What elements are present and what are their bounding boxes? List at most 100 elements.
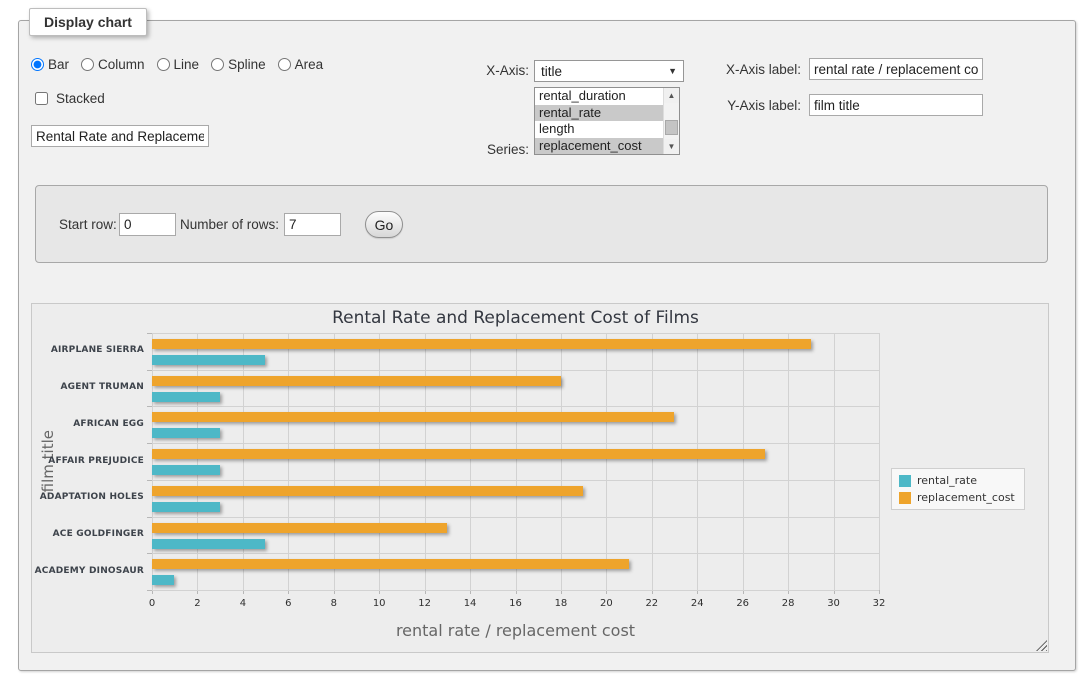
chart-type-radio-area[interactable] — [278, 58, 291, 71]
page: Display chart BarColumnLineSplineArea St… — [0, 0, 1081, 681]
legend-swatch — [899, 492, 911, 504]
gridline-x — [561, 333, 562, 590]
gridline-x — [606, 333, 607, 590]
gridline-y — [152, 553, 879, 554]
rows-panel: Start row: Number of rows: Go — [35, 185, 1048, 263]
x-tick-label: 14 — [464, 598, 477, 609]
legend-item-rental_rate[interactable]: rental_rate — [899, 474, 1015, 487]
x-axis-label-input[interactable] — [809, 58, 983, 80]
y-axis-tick — [147, 517, 152, 518]
gridline-x — [243, 333, 244, 590]
stacked-checkbox[interactable] — [35, 92, 48, 105]
x-tick-label: 0 — [149, 598, 155, 609]
chart-type-option-label: Column — [98, 57, 145, 72]
chart-type-radio-line[interactable] — [157, 58, 170, 71]
series-list-label: Series: — [419, 142, 529, 157]
y-axis-tick — [147, 553, 152, 554]
go-button[interactable]: Go — [365, 211, 403, 238]
gridline-y — [152, 406, 879, 407]
chart-type-radio-column[interactable] — [81, 58, 94, 71]
series-option-replacement_cost[interactable]: replacement_cost — [535, 138, 663, 155]
y-axis-tick — [147, 333, 152, 334]
gridline-x — [743, 333, 744, 590]
category-label: ADAPTATION HOLES — [32, 492, 144, 502]
bar-rental_rate — [152, 502, 220, 512]
x-tick-label: 30 — [827, 598, 840, 609]
bar-rental_rate — [152, 539, 265, 549]
x-tick-label: 2 — [194, 598, 200, 609]
gridline-y — [152, 480, 879, 481]
gridline-x — [379, 333, 380, 590]
chart-type-radio-bar[interactable] — [31, 58, 44, 71]
bar-replacement_cost — [152, 376, 561, 386]
number-of-rows-input[interactable] — [284, 213, 341, 236]
x-tick-label: 12 — [418, 598, 431, 609]
display-chart-fieldset: Display chart BarColumnLineSplineArea St… — [18, 20, 1076, 671]
x-tick-label: 26 — [736, 598, 749, 609]
chart-type-option-label: Area — [295, 57, 324, 72]
bar-replacement_cost — [152, 486, 583, 496]
start-row-input[interactable] — [119, 213, 176, 236]
legend-item-replacement_cost[interactable]: replacement_cost — [899, 491, 1015, 504]
gridline-x — [334, 333, 335, 590]
legend-swatch — [899, 475, 911, 487]
number-of-rows-label: Number of rows: — [180, 217, 279, 232]
chart-type-option-label: Line — [174, 57, 200, 72]
gridline-x — [516, 333, 517, 590]
legend-label: replacement_cost — [917, 491, 1015, 504]
bar-rental_rate — [152, 465, 220, 475]
bar-rental_rate — [152, 575, 174, 585]
gridline-y — [152, 590, 879, 591]
x-tick-label: 20 — [600, 598, 613, 609]
gridline-y — [152, 443, 879, 444]
category-label: AIRPLANE SIERRA — [32, 345, 144, 355]
x-tick-label: 16 — [509, 598, 522, 609]
chart-type-option-area[interactable]: Area — [278, 57, 324, 72]
resize-handle-icon[interactable] — [1036, 640, 1047, 651]
bar-replacement_cost — [152, 339, 811, 349]
chart-title-input[interactable] — [31, 125, 209, 147]
x-axis-title: rental rate / replacement cost — [152, 621, 879, 640]
gridline-x — [425, 333, 426, 590]
y-axis-label-input[interactable] — [809, 94, 983, 116]
y-axis-label-caption: Y-Axis label: — [659, 98, 801, 113]
chart-type-option-label: Bar — [48, 57, 69, 72]
stacked-row: Stacked — [31, 89, 105, 108]
chart-type-radio-spline[interactable] — [211, 58, 224, 71]
gridline-y — [152, 370, 879, 371]
category-label: ACADEMY DINOSAUR — [32, 566, 144, 576]
scroll-down-icon[interactable]: ▼ — [664, 139, 679, 154]
chart-type-option-bar[interactable]: Bar — [31, 57, 69, 72]
series-option-rental_rate[interactable]: rental_rate — [535, 105, 663, 122]
chart-type-option-column[interactable]: Column — [81, 57, 145, 72]
gridline-x — [152, 333, 153, 590]
bar-rental_rate — [152, 428, 220, 438]
x-tick-label: 18 — [555, 598, 568, 609]
y-axis-tick — [147, 480, 152, 481]
bar-rental_rate — [152, 392, 220, 402]
bar-rental_rate — [152, 355, 265, 365]
series-option-rental_duration[interactable]: rental_duration — [535, 88, 663, 105]
x-axis-select-label: X-Axis: — [419, 63, 529, 78]
gridline-x — [652, 333, 653, 590]
scrollbar-thumb[interactable] — [665, 120, 678, 135]
x-tick-label: 24 — [691, 598, 704, 609]
gridline-x — [697, 333, 698, 590]
chart-title: Rental Rate and Replacement Cost of Film… — [152, 308, 879, 328]
x-tick-label: 22 — [645, 598, 658, 609]
x-axis-select-value: title — [541, 64, 562, 79]
x-tick-label: 8 — [331, 598, 337, 609]
chart-container: Rental Rate and Replacement Cost of Film… — [31, 303, 1049, 653]
x-tick-label: 4 — [240, 598, 246, 609]
chart-type-option-label: Spline — [228, 57, 266, 72]
series-option-length[interactable]: length — [535, 121, 663, 138]
gridline-x — [834, 333, 835, 590]
start-row-label: Start row: — [59, 217, 117, 232]
category-label: AFRICAN EGG — [32, 419, 144, 429]
x-tick-label: 10 — [373, 598, 386, 609]
gridline-y — [152, 333, 879, 334]
stacked-label: Stacked — [56, 91, 105, 106]
chart-type-option-line[interactable]: Line — [157, 57, 200, 72]
x-axis-tick — [879, 590, 880, 594]
chart-type-option-spline[interactable]: Spline — [211, 57, 266, 72]
